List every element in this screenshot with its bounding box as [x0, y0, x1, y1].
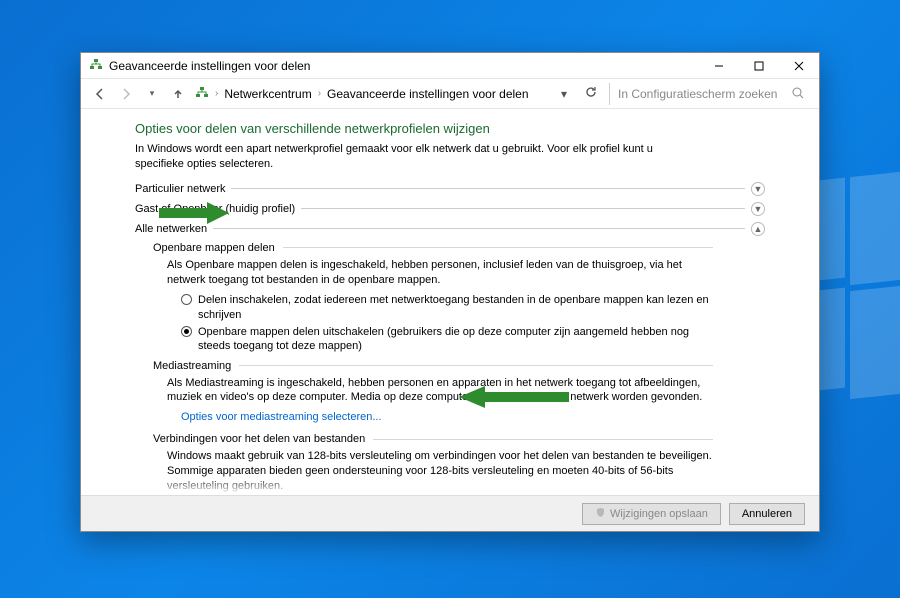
separator-icon: ›: [318, 88, 321, 99]
media-streaming-options-link[interactable]: Opties voor mediastreaming selecteren...: [181, 411, 382, 423]
button-label: Annuleren: [742, 508, 792, 520]
separator-icon: ›: [215, 88, 218, 99]
breadcrumb-dropdown-icon[interactable]: ▾: [561, 87, 567, 101]
search-input[interactable]: In Configuratiescherm zoeken: [609, 83, 809, 105]
subsection-label: Mediastreaming: [153, 360, 231, 372]
breadcrumb[interactable]: › Netwerkcentrum › Geavanceerde instelli…: [195, 85, 573, 102]
file-sharing-desc: Windows maakt gebruik van 128-bits versl…: [167, 449, 713, 494]
section-label: Particulier netwerk: [135, 183, 225, 195]
breadcrumb-item[interactable]: Netwerkcentrum: [224, 87, 311, 101]
close-button[interactable]: [779, 53, 819, 79]
chevron-up-icon: ▲: [751, 222, 765, 236]
section-private-network[interactable]: Particulier netwerk ▼: [135, 182, 765, 196]
cancel-button[interactable]: Annuleren: [729, 503, 805, 525]
radio-icon: [181, 294, 192, 305]
section-guest-public[interactable]: Gast of Openbaar (huidig profiel) ▼: [135, 202, 765, 216]
content-area: Opties voor delen van verschillende netw…: [81, 109, 819, 495]
nav-back-button[interactable]: [91, 85, 109, 103]
section-label: Alle netwerken: [135, 223, 207, 235]
breadcrumb-item[interactable]: Geavanceerde instellingen voor delen: [327, 87, 528, 101]
subsection-file-sharing-connections: Verbindingen voor het delen van bestande…: [153, 433, 713, 445]
network-icon: [195, 85, 209, 102]
page-title: Opties voor delen van verschillende netw…: [135, 121, 765, 136]
nav-recent-button[interactable]: ▾: [143, 85, 161, 103]
subsection-label: Openbare mappen delen: [153, 242, 275, 254]
radio-enable-sharing[interactable]: Delen inschakelen, zodat iedereen met ne…: [181, 293, 713, 322]
maximize-button[interactable]: [739, 53, 779, 79]
refresh-button[interactable]: [581, 85, 601, 102]
media-streaming-desc: Als Mediastreaming is ingeschakeld, hebb…: [167, 376, 713, 406]
radio-label: Openbare mappen delen uitschakelen (gebr…: [198, 325, 713, 354]
subsection-media-streaming: Mediastreaming: [153, 360, 713, 372]
section-all-networks[interactable]: Alle netwerken ▲: [135, 222, 765, 236]
radio-icon: [181, 326, 192, 337]
navbar: ▾ › Netwerkcentrum › Geavanceerde instel…: [81, 79, 819, 109]
radio-label: Delen inschakelen, zodat iedereen met ne…: [198, 293, 713, 322]
chevron-down-icon: ▼: [751, 202, 765, 216]
window-title: Geavanceerde instellingen voor delen: [109, 59, 699, 73]
radio-disable-sharing[interactable]: Openbare mappen delen uitschakelen (gebr…: [181, 325, 713, 354]
search-icon: [791, 86, 805, 103]
subsection-public-folder-sharing: Openbare mappen delen: [153, 242, 713, 254]
button-label: Wijzigingen opslaan: [610, 508, 708, 520]
public-sharing-desc: Als Openbare mappen delen is ingeschakel…: [167, 258, 713, 288]
subsection-label: Verbindingen voor het delen van bestande…: [153, 433, 365, 445]
page-intro: In Windows wordt een apart netwerkprofie…: [135, 142, 695, 172]
minimize-button[interactable]: [699, 53, 739, 79]
titlebar: Geavanceerde instellingen voor delen: [81, 53, 819, 79]
chevron-down-icon: ▼: [751, 182, 765, 196]
button-bar: Wijzigingen opslaan Annuleren: [81, 495, 819, 531]
advanced-sharing-window: Geavanceerde instellingen voor delen ▾ ›…: [80, 52, 820, 532]
nav-up-button[interactable]: [169, 85, 187, 103]
search-placeholder: In Configuratiescherm zoeken: [618, 87, 777, 101]
nav-forward-button[interactable]: [117, 85, 135, 103]
network-icon: [89, 57, 103, 74]
section-label: Gast of Openbaar (huidig profiel): [135, 203, 295, 215]
save-changes-button[interactable]: Wijzigingen opslaan: [582, 503, 721, 525]
shield-icon: [595, 507, 606, 521]
